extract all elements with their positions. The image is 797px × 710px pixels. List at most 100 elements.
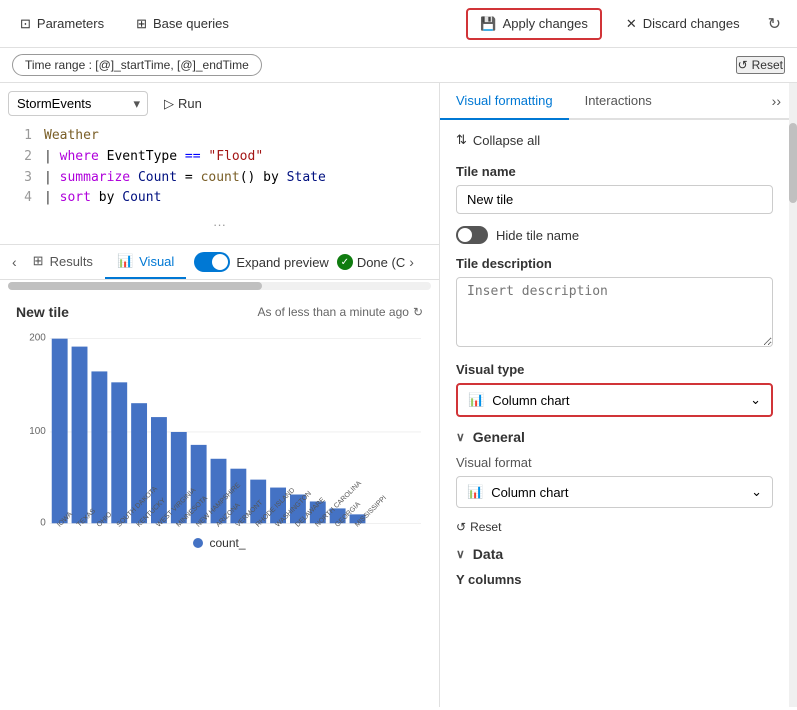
collapse-all-label: Collapse all (473, 133, 540, 148)
chart-timestamp: As of less than a minute ago ↻ (258, 305, 424, 319)
svg-text:MISSISSIPPI: MISSISSIPPI (354, 495, 388, 528)
hide-tile-name-row: Hide tile name (456, 226, 773, 244)
timestamp-text: As of less than a minute ago (258, 305, 409, 319)
code-dots: ··· (0, 213, 439, 236)
visual-format-value: Column chart (491, 485, 568, 500)
code-line-3: 3 | summarize Count = count() by State (16, 168, 439, 189)
legend-label: count_ (209, 536, 245, 550)
chevron-icon: ∨ (456, 430, 465, 444)
reset-button[interactable]: ↺ Reset (736, 56, 785, 74)
done-icon: ✓ (337, 254, 353, 270)
visual-format-icon: 📊 (467, 484, 483, 500)
data-chevron-icon: ∨ (456, 547, 465, 561)
visual-icon: 📊 (117, 253, 133, 269)
code-text: | where EventType == "Flood" (44, 147, 263, 168)
query-area: StormEvents ▷ Run 1 Weather 2 | where Ev… (0, 83, 439, 245)
tile-description-input[interactable] (456, 277, 773, 347)
line-number: 1 (16, 126, 32, 147)
visual-type-inner: 📊 Column chart (468, 392, 570, 408)
tabs-bar: ‹ ⊞ Results 📊 Visual Expand preview ✓ Do… (0, 245, 439, 280)
apply-changes-label: Apply changes (503, 16, 588, 31)
tab-visual-formatting[interactable]: Visual formatting (440, 83, 569, 120)
code-text: | summarize Count = count() by State (44, 168, 326, 189)
expand-toggle[interactable]: Expand preview (194, 252, 329, 272)
toolbar: ⊡ Parameters ⊞ Base queries 💾 Apply chan… (0, 0, 797, 48)
done-badge: ✓ Done (C (337, 254, 405, 270)
code-text: Weather (44, 126, 99, 147)
visual-format-inner: 📊 Column chart (467, 484, 569, 500)
run-label: Run (178, 96, 202, 111)
run-icon: ▷ (164, 96, 174, 112)
chevron-down-icon-2: ⌄ (751, 484, 762, 500)
tab-results[interactable]: ⊞ Results (21, 245, 105, 279)
svg-text:100: 100 (29, 426, 46, 437)
right-panel: Visual formatting Interactions ›› ⇅ Coll… (440, 83, 789, 707)
collapse-all-button[interactable]: ⇅ Collapse all (456, 128, 540, 152)
hide-tile-name-label: Hide tile name (496, 228, 579, 243)
horizontal-scrollbar[interactable] (8, 282, 431, 290)
expand-panel-button[interactable]: ›› (772, 93, 781, 109)
tile-description-label: Tile description (456, 256, 773, 271)
reset-link-label: Reset (470, 520, 501, 534)
discard-changes-label: Discard changes (643, 16, 740, 31)
tab-interactions[interactable]: Interactions (569, 83, 668, 120)
parameters-label: Parameters (37, 16, 104, 31)
code-text: | sort by Count (44, 188, 161, 209)
right-tabs: Visual formatting Interactions ›› (440, 83, 789, 120)
svg-text:0: 0 (40, 517, 46, 528)
tile-name-input[interactable] (456, 185, 773, 214)
y-columns-label: Y columns (456, 572, 773, 593)
visual-label: Visual (139, 254, 174, 269)
hide-tile-name-toggle[interactable] (456, 226, 488, 244)
left-panel: StormEvents ▷ Run 1 Weather 2 | where Ev… (0, 83, 440, 707)
line-number: 2 (16, 147, 32, 168)
scroll-left-button[interactable]: ‹ (8, 252, 21, 272)
scroll-right-button[interactable]: › (405, 252, 418, 272)
run-button[interactable]: ▷ Run (156, 92, 210, 116)
base-queries-tab[interactable]: ⊞ Base queries (128, 12, 237, 36)
chart-header: New tile As of less than a minute ago ↻ (16, 304, 423, 320)
time-range-pill[interactable]: Time range : [@]_startTime, [@]_endTime (12, 54, 262, 76)
refresh-button[interactable]: ↻ (764, 10, 785, 38)
right-scrollbar[interactable] (789, 83, 797, 707)
visual-format-dropdown[interactable]: 📊 Column chart ⌄ (456, 476, 773, 508)
reset-icon: ↺ (738, 58, 748, 72)
legend-dot (193, 538, 203, 548)
parameters-tab[interactable]: ⊡ Parameters (12, 12, 112, 36)
base-queries-label: Base queries (153, 16, 229, 31)
main-layout: StormEvents ▷ Run 1 Weather 2 | where Ev… (0, 83, 797, 707)
database-select[interactable]: StormEvents (8, 91, 148, 116)
apply-icon: 💾 (480, 16, 496, 32)
line-number: 4 (16, 188, 32, 209)
visual-formatting-label: Visual formatting (456, 93, 553, 108)
time-range-label: Time range : [@]_startTime, [@]_endTime (25, 58, 249, 72)
expand-preview-toggle[interactable] (194, 252, 230, 272)
right-content: ⇅ Collapse all Tile name Hide tile name … (440, 120, 789, 601)
done-label: Done (C (357, 255, 405, 270)
code-line-4: 4 | sort by Count (16, 188, 439, 209)
results-icon: ⊞ (33, 253, 44, 269)
general-section-header[interactable]: ∨ General (456, 429, 773, 445)
scrollbar-thumb (8, 282, 262, 290)
visual-type-label: Visual type (456, 362, 773, 377)
interactions-label: Interactions (585, 93, 652, 108)
database-select-wrap: StormEvents (8, 91, 148, 116)
tile-name-label: Tile name (456, 164, 773, 179)
discard-changes-button[interactable]: ✕ Discard changes (618, 10, 748, 38)
data-section-header[interactable]: ∨ Data (456, 546, 773, 562)
data-label: Data (473, 546, 503, 562)
visual-type-dropdown[interactable]: 📊 Column chart ⌄ (456, 383, 773, 417)
visual-format-sub-label: Visual format (456, 455, 773, 470)
chart-area: New tile As of less than a minute ago ↻ … (0, 292, 439, 707)
query-toolbar: StormEvents ▷ Run (0, 91, 439, 122)
code-block: 1 Weather 2 | where EventType == "Flood"… (0, 122, 439, 213)
apply-changes-button[interactable]: 💾 Apply changes (466, 8, 601, 40)
svg-text:200: 200 (29, 333, 46, 344)
reset-icon-2: ↺ (456, 520, 466, 534)
reset-link-button[interactable]: ↺ Reset (456, 520, 501, 534)
visual-type-value: Column chart (492, 393, 569, 408)
tab-visual[interactable]: 📊 Visual (105, 245, 186, 279)
chart-legend: count_ (16, 536, 423, 550)
scrollbar-thumb-right (789, 123, 797, 203)
line-number: 3 (16, 168, 32, 189)
